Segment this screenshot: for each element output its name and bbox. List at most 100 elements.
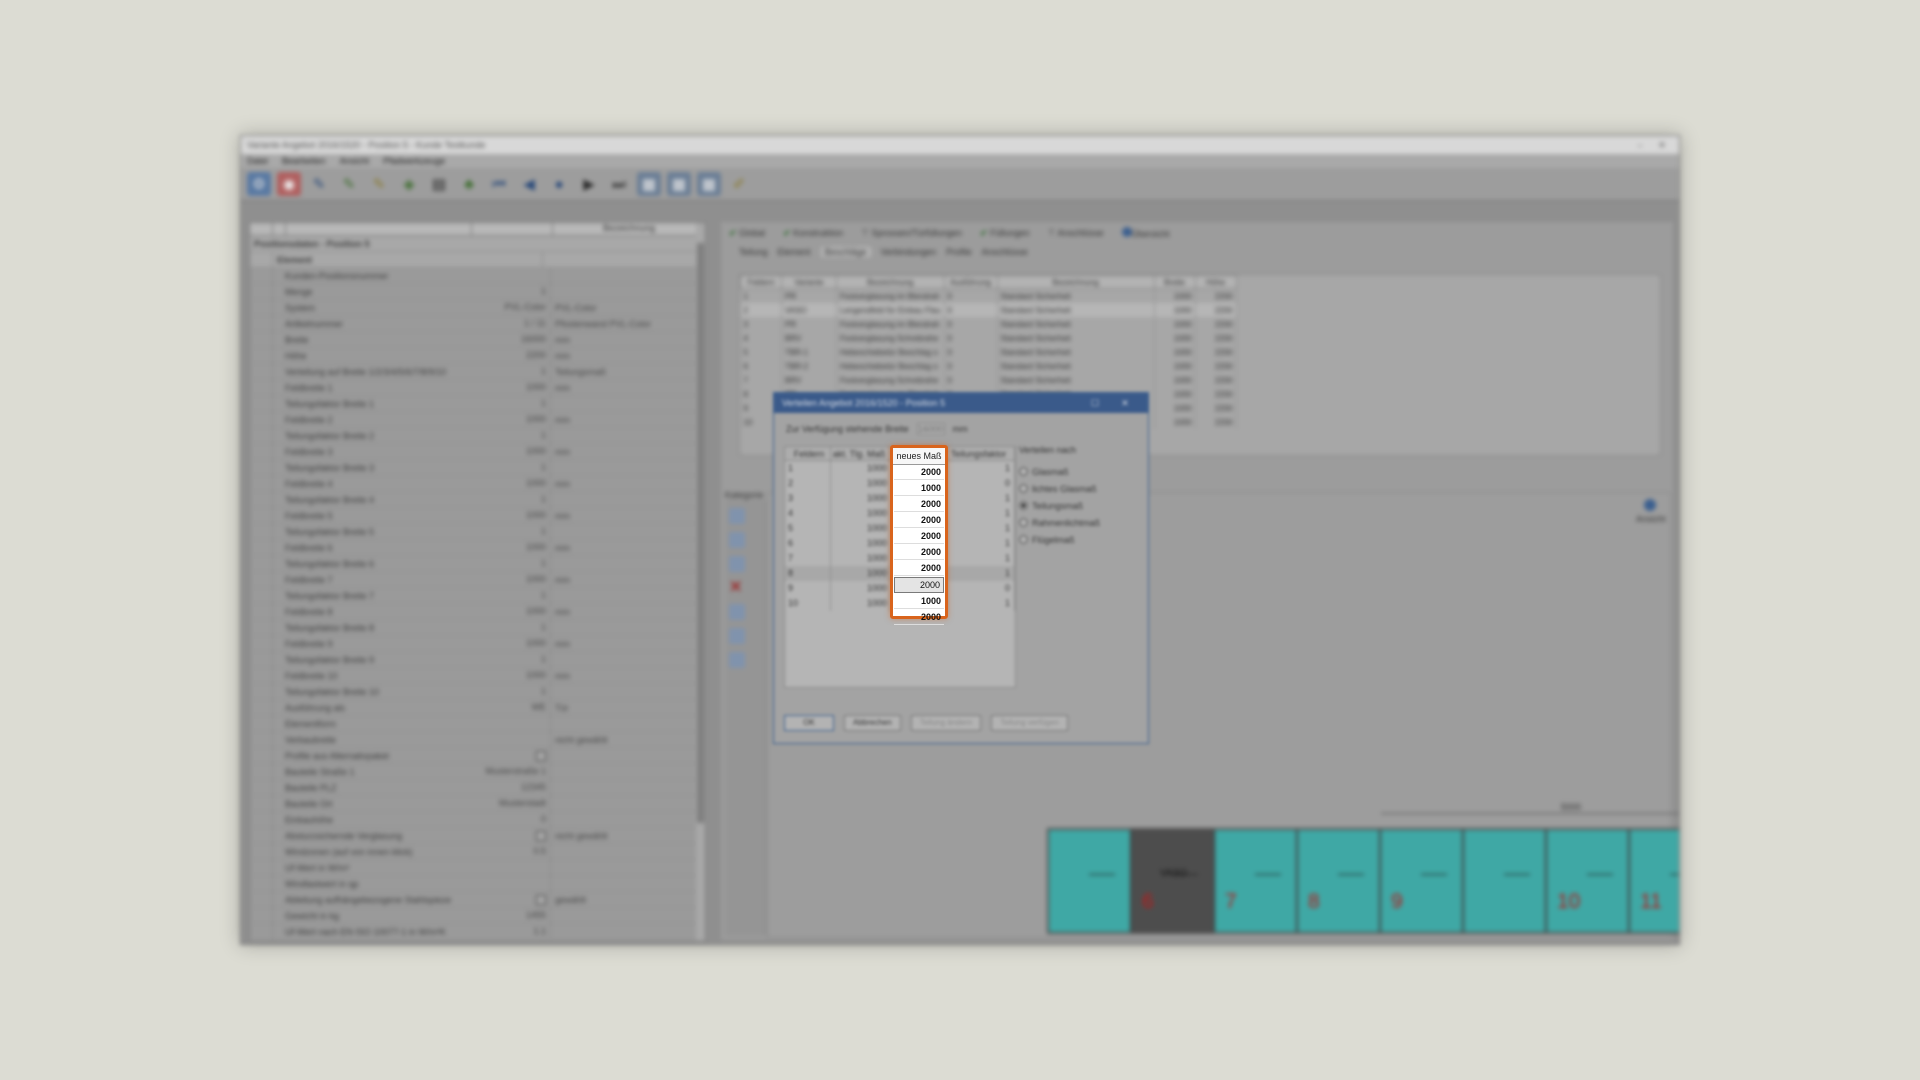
property-row[interactable]: Ableitung aufhängebezogene Stahlspieze ge… (250, 892, 705, 908)
glass-pane[interactable]: 11 (1630, 830, 1679, 932)
row-teilungsfaktor[interactable]: 1 (947, 536, 1015, 551)
position-row[interactable]: 3 PR Festverglasung im Blendrah 0 Standard S… (740, 317, 1237, 331)
property-row[interactable]: Element (250, 252, 705, 268)
tree-icon[interactable]: ♣ (457, 172, 481, 196)
radio-button[interactable] (1019, 501, 1028, 510)
subtab-5[interactable]: Anschlüsse (982, 247, 1028, 257)
position-row[interactable]: 7 BRV Festverglasung Schrebrahe 0 Standard S… (740, 373, 1237, 387)
property-value[interactable]: 1 / 11 (470, 316, 551, 331)
property-row[interactable]: Teilungsfaktor Breite 5 1 (250, 524, 705, 540)
property-value[interactable]: 1000 (470, 444, 551, 459)
property-row[interactable]: Feldbreite 1 1000 mm (250, 380, 705, 396)
distribute-option-1[interactable]: lichtes Glasmaß (1019, 480, 1100, 497)
property-row[interactable]: Bauteile Ort Musterstadt (250, 796, 705, 812)
position-row[interactable]: 1 PR Festverglasung im Blendrah 0 Standard S… (740, 288, 1237, 303)
new-size-input[interactable]: 2000 (894, 561, 944, 576)
property-value[interactable] (470, 892, 551, 907)
subtab-4[interactable]: Profile (946, 247, 972, 257)
property-value[interactable]: PVL-Color (470, 300, 551, 315)
property-row[interactable]: Windzonen (auf von innen klick) 0.5 (250, 844, 705, 860)
position-row[interactable]: 5 TBR-1 Hebeschiebetür Beschlag o 0 Standard… (740, 345, 1237, 359)
property-row[interactable]: Feldbreite 4 1000 mm (250, 476, 705, 492)
move-tool-icon[interactable] (729, 604, 745, 620)
property-row[interactable]: Feldbreite 9 1000 mm (250, 636, 705, 652)
property-value[interactable]: 1 (470, 492, 551, 507)
grid-3-icon[interactable]: ▦ (697, 172, 721, 196)
property-value[interactable] (470, 828, 551, 843)
property-value[interactable]: 2200 (470, 348, 551, 363)
property-value[interactable] (462, 940, 543, 941)
row-teilungsfaktor[interactable]: 1 (947, 506, 1015, 521)
property-value[interactable] (470, 876, 551, 891)
position-row[interactable]: 4 BRV Festverglasung Schrebrahe 0 Standard S… (740, 331, 1237, 345)
row-teilungsfaktor[interactable]: 1 (947, 566, 1015, 581)
property-value[interactable]: 1 (470, 652, 551, 667)
prev-icon[interactable]: ◀ (517, 172, 541, 196)
distribute-option-3[interactable]: Rahmenlichtmaß (1019, 514, 1100, 531)
gear-icon[interactable]: ⚙ (247, 172, 271, 196)
new-size-input[interactable]: 1000 (894, 594, 944, 609)
property-row[interactable]: Feldbreite 3 1000 mm (250, 444, 705, 460)
property-row[interactable]: Menge 1 (250, 284, 705, 300)
property-value[interactable]: 1 (470, 620, 551, 635)
delete-tool-icon[interactable]: ✕ (729, 580, 745, 596)
property-row[interactable]: Kunden-Positionsnummer (250, 268, 705, 284)
subtab-2[interactable]: Beschläge (820, 247, 871, 257)
property-value[interactable]: 1 (470, 684, 551, 699)
property-value[interactable]: 1 (470, 556, 551, 571)
property-row[interactable]: Profile aus Alternativpaket (250, 748, 705, 764)
step-tab-4[interactable]: ⊤ Anschlüsse (1048, 228, 1104, 239)
step-tab-1[interactable]: ✔ Konstruktion (783, 228, 843, 239)
property-value[interactable]: 1000 (470, 668, 551, 683)
property-value[interactable] (470, 860, 551, 875)
property-checkbox[interactable] (536, 750, 546, 761)
row-teilungsfaktor[interactable]: 1 (947, 461, 1015, 476)
row-teilungsfaktor[interactable]: 1 (947, 596, 1015, 611)
available-width-field[interactable]: 16000 (916, 423, 945, 435)
dialog-maximize-button[interactable]: ☐ (1080, 398, 1110, 409)
pen-icon[interactable]: ✎ (307, 172, 331, 196)
property-row[interactable]: Montagezugang (250, 940, 705, 941)
ok-button[interactable]: OK (784, 715, 834, 731)
glass-pane[interactable]: 9 (1381, 830, 1464, 932)
property-value[interactable]: 16000 (470, 332, 551, 347)
property-value[interactable] (470, 748, 551, 763)
property-value[interactable]: 1 (470, 396, 551, 411)
close-window-button[interactable]: ✕ (1651, 140, 1673, 151)
new-size-input[interactable]: 2000 (894, 497, 944, 512)
property-row[interactable]: Teilungsfaktor Breite 7 1 (250, 588, 705, 604)
property-row[interactable]: Artikelnummer 1 / 11 Pfostenwand PVL-Color (250, 316, 705, 332)
property-row[interactable]: Verbaubreite nicht gewählt (250, 732, 705, 748)
grid-1-icon[interactable]: ▦ (637, 172, 661, 196)
property-value[interactable] (470, 716, 551, 731)
property-row[interactable]: System PVL-Color PVL-Color (250, 300, 705, 316)
row-teilungsfaktor[interactable]: 0 (947, 476, 1015, 491)
row-teilungsfaktor[interactable]: 1 (947, 521, 1015, 536)
row-teilungsfaktor[interactable]: 1 (947, 551, 1015, 566)
property-row[interactable]: Uf-Wert nach EN ISO 10077-1 in W/m²K 1.1 (250, 924, 705, 940)
property-value[interactable]: 1000 (470, 604, 551, 619)
brush-icon[interactable]: ✐ (727, 172, 751, 196)
property-row[interactable]: Feldbreite 5 1000 mm (250, 508, 705, 524)
property-value[interactable]: 1 (470, 428, 551, 443)
property-value[interactable] (462, 252, 543, 267)
distribute-option-0[interactable]: Glasmaß (1019, 463, 1100, 480)
glass-pane[interactable] (1464, 830, 1547, 932)
distribute-option-4[interactable]: Flügelmaß (1019, 531, 1100, 548)
next-icon[interactable]: ▶ (577, 172, 601, 196)
property-row[interactable]: Teilungsfaktor Breite 6 1 (250, 556, 705, 572)
radio-button[interactable] (1019, 467, 1028, 476)
step-tab-2[interactable]: ⊤ Sprossen/Türfüllungen (861, 228, 962, 239)
menu-item-1[interactable]: Bearbeiten (282, 156, 326, 166)
subtab-3[interactable]: Verbindungen (881, 247, 937, 257)
select-tool-icon[interactable] (729, 508, 745, 524)
pen-green-icon[interactable]: ✎ (337, 172, 361, 196)
property-value[interactable]: 1000 (470, 380, 551, 395)
document-icon[interactable]: ▤ (427, 172, 451, 196)
distribute-option-2[interactable]: Teilungsmaß (1019, 497, 1100, 514)
property-value[interactable]: 12345 (470, 780, 551, 795)
menu-item-2[interactable]: Ansicht (340, 156, 370, 166)
property-value[interactable]: WE (470, 700, 551, 715)
property-row[interactable]: Feldbreite 6 1000 mm (250, 540, 705, 556)
property-row[interactable]: Uf-Wert in W/m² (250, 860, 705, 876)
